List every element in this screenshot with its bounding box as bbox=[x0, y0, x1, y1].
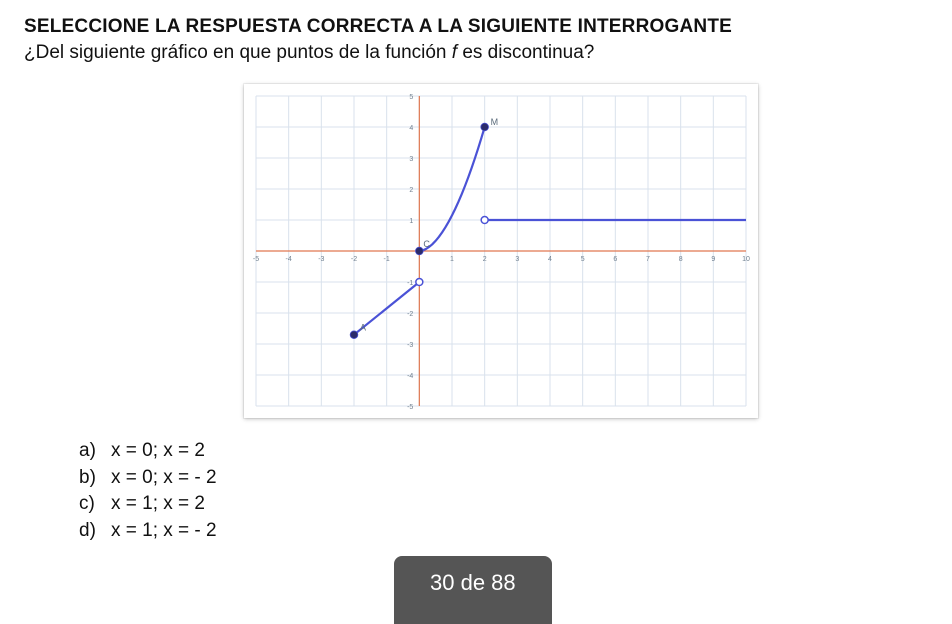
question-subtitle: ¿Del siguiente gráfico en que puntos de … bbox=[24, 42, 928, 64]
svg-text:-5: -5 bbox=[253, 256, 259, 263]
svg-text:-2: -2 bbox=[407, 311, 413, 318]
option-text: x = 1; x = - 2 bbox=[111, 518, 217, 545]
svg-text:7: 7 bbox=[646, 256, 650, 263]
svg-text:6: 6 bbox=[613, 256, 617, 263]
svg-text:-1: -1 bbox=[407, 280, 413, 287]
svg-text:-3: -3 bbox=[407, 342, 413, 349]
page-indicator: 30 de 88 bbox=[394, 556, 552, 624]
svg-text:5: 5 bbox=[581, 256, 585, 263]
svg-text:M: M bbox=[491, 117, 499, 127]
option-text: x = 0; x = 2 bbox=[111, 438, 205, 465]
svg-text:1: 1 bbox=[450, 256, 454, 263]
svg-text:4: 4 bbox=[409, 125, 413, 132]
svg-text:-4: -4 bbox=[407, 373, 413, 380]
svg-text:1: 1 bbox=[409, 218, 413, 225]
option-letter: c) bbox=[79, 491, 101, 518]
svg-text:2: 2 bbox=[409, 187, 413, 194]
svg-text:10: 10 bbox=[742, 256, 750, 263]
question-title: SELECCIONE LA RESPUESTA CORRECTA A LA SI… bbox=[24, 16, 928, 38]
svg-text:-1: -1 bbox=[384, 256, 390, 263]
option-c[interactable]: c) x = 1; x = 2 bbox=[79, 491, 928, 518]
svg-text:-5: -5 bbox=[407, 404, 413, 411]
svg-text:2: 2 bbox=[483, 256, 487, 263]
svg-text:-3: -3 bbox=[318, 256, 324, 263]
option-letter: d) bbox=[79, 518, 101, 545]
option-text: x = 0; x = - 2 bbox=[111, 465, 217, 492]
chart-svg: -5 -4 -3 -2 -1 1 2 3 4 5 6 7 8 9 10 -5 -4 -3 -2 -1 1 2 3 4 5 A C M bbox=[246, 86, 756, 416]
svg-text:A: A bbox=[360, 323, 366, 333]
svg-text:5: 5 bbox=[409, 94, 413, 101]
svg-text:C: C bbox=[423, 239, 430, 249]
svg-text:3: 3 bbox=[515, 256, 519, 263]
svg-text:-4: -4 bbox=[286, 256, 292, 263]
svg-text:9: 9 bbox=[711, 256, 715, 263]
option-d[interactable]: d) x = 1; x = - 2 bbox=[79, 518, 928, 545]
subtitle-pre: ¿Del siguiente gráfico en que puntos de … bbox=[24, 42, 452, 63]
function-graph: -5 -4 -3 -2 -1 1 2 3 4 5 6 7 8 9 10 -5 -4 -3 -2 -1 1 2 3 4 5 A C M bbox=[244, 84, 758, 418]
option-a[interactable]: a) x = 0; x = 2 bbox=[79, 438, 928, 465]
answer-options: a) x = 0; x = 2 b) x = 0; x = - 2 c) x =… bbox=[79, 438, 928, 544]
svg-text:-2: -2 bbox=[351, 256, 357, 263]
subtitle-post: es discontinua? bbox=[457, 42, 594, 63]
option-text: x = 1; x = 2 bbox=[111, 491, 205, 518]
option-letter: a) bbox=[79, 438, 101, 465]
svg-text:4: 4 bbox=[548, 256, 552, 263]
svg-text:3: 3 bbox=[409, 156, 413, 163]
option-letter: b) bbox=[79, 465, 101, 492]
svg-text:8: 8 bbox=[679, 256, 683, 263]
option-b[interactable]: b) x = 0; x = - 2 bbox=[79, 465, 928, 492]
